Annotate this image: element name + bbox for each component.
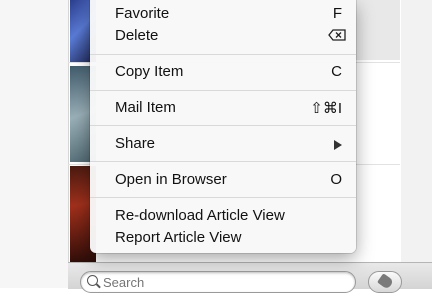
source-list	[0, 0, 68, 288]
bottom-toolbar	[68, 262, 432, 293]
menu-item-open-in-browser[interactable]: Open in Browser O	[90, 168, 356, 190]
menu-separator	[90, 125, 356, 126]
menu-separator	[90, 90, 356, 91]
menu-item-report-article-view[interactable]: Report Article View	[90, 226, 356, 248]
reading-pane-edge	[401, 0, 432, 288]
tag-icon	[377, 273, 394, 290]
menu-item-copy-item[interactable]: Copy Item C	[90, 60, 356, 82]
menu-separator	[90, 54, 356, 55]
menu-item-label: Favorite	[115, 5, 170, 22]
menu-item-redownload-article-view[interactable]: Re-download Article View	[90, 204, 356, 226]
menu-item-label: Open in Browser	[115, 171, 227, 188]
menu-item-shortcut: ⇧⌘I	[310, 100, 342, 117]
menu-item-mail-item[interactable]: Mail Item ⇧⌘I	[90, 96, 356, 118]
menu-item-favorite[interactable]: Favorite F	[90, 2, 356, 24]
menu-item-shortcut: O	[330, 171, 342, 188]
menu-item-label: Re-download Article View	[115, 207, 285, 224]
context-menu: Favorite F Delete Copy Item C Mail Item …	[90, 0, 356, 253]
delete-key-icon	[328, 29, 346, 41]
menu-separator	[90, 197, 356, 198]
menu-item-label: Mail Item	[115, 99, 176, 116]
submenu-arrow-icon	[334, 140, 342, 150]
search-field[interactable]	[80, 271, 356, 293]
menu-item-shortcut: F	[332, 5, 342, 22]
menu-item-label: Report Article View	[115, 229, 242, 246]
menu-item-share[interactable]: Share	[90, 132, 356, 154]
menu-item-label: Copy Item	[115, 63, 184, 80]
tag-button[interactable]	[368, 271, 402, 293]
menu-item-delete[interactable]: Delete	[90, 24, 356, 46]
magnifier-icon	[87, 275, 98, 286]
menu-item-label: Share	[115, 135, 156, 152]
menu-separator	[90, 161, 356, 162]
menu-item-label: Delete	[115, 27, 159, 44]
search-input[interactable]	[103, 272, 343, 292]
menu-item-shortcut: C	[331, 63, 342, 80]
